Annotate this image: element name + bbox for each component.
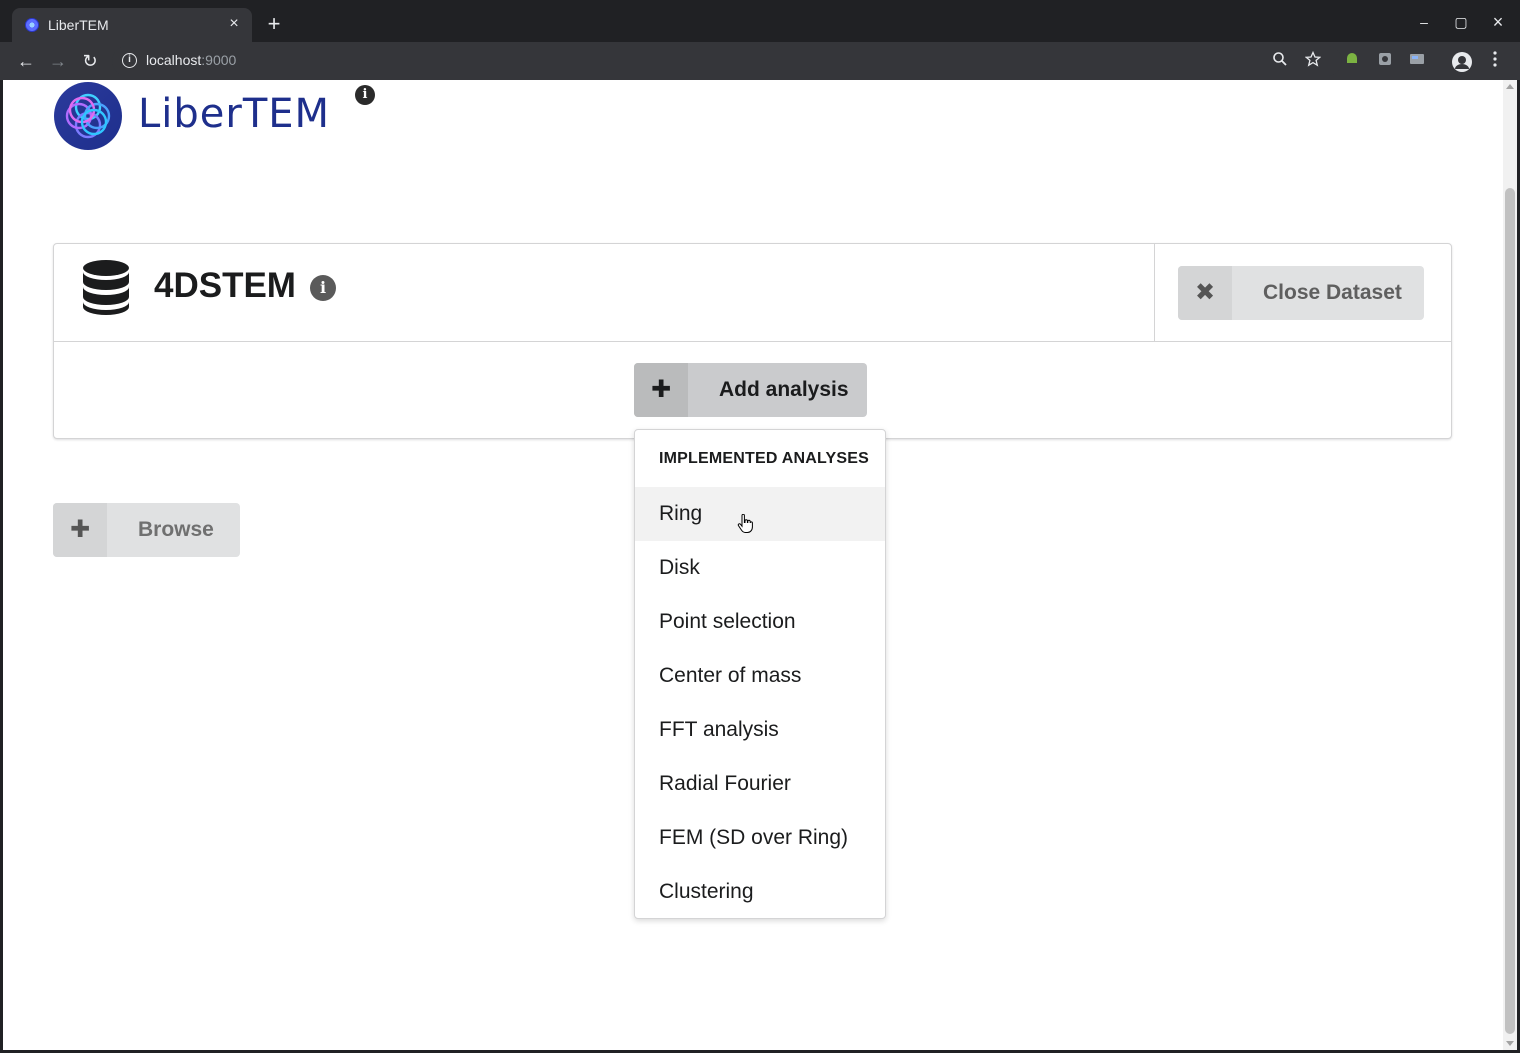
logo-text: LiberTEM	[138, 91, 331, 137]
menu-item-ring[interactable]: Ring	[635, 487, 885, 541]
extension-icon[interactable]	[1375, 51, 1395, 71]
menu-item-radial-fourier[interactable]: Radial Fourier	[635, 757, 885, 811]
minimize-icon[interactable]: –	[1412, 10, 1436, 34]
close-dataset-label: Close Dataset	[1263, 281, 1402, 304]
page-scrollbar[interactable]	[1503, 80, 1517, 1050]
add-analysis-button[interactable]: ✚ Add analysis	[634, 363, 867, 417]
browser-toolbar: ← → ↻ i localhost:9000	[0, 42, 1520, 80]
page-viewport: LiberTEM i 4DSTEM i ✖ Close Dataset ✚ Ad…	[3, 80, 1503, 1050]
browse-button[interactable]: ✚ Browse	[53, 503, 240, 557]
plus-icon: ✚	[634, 363, 688, 417]
close-dataset-button[interactable]: ✖ Close Dataset	[1178, 266, 1424, 320]
menu-item-center-of-mass[interactable]: Center of mass	[635, 649, 885, 703]
analysis-dropdown-menu: IMPLEMENTED ANALYSES Ring Disk Point sel…	[634, 429, 886, 919]
dataset-panel: 4DSTEM i ✖ Close Dataset ✚ Add analysis	[53, 243, 1452, 439]
android-extension-icon[interactable]	[1342, 51, 1362, 71]
dataset-info-icon[interactable]: i	[310, 275, 336, 301]
menu-item-fft-analysis[interactable]: FFT analysis	[635, 703, 885, 757]
add-analysis-label: Add analysis	[719, 378, 849, 401]
menu-item-fem[interactable]: FEM (SD over Ring)	[635, 811, 885, 865]
bookmark-star-icon[interactable]	[1303, 50, 1323, 71]
forward-icon[interactable]: →	[46, 49, 70, 73]
menu-item-clustering[interactable]: Clustering	[635, 865, 885, 919]
menu-item-disk[interactable]: Disk	[635, 541, 885, 595]
browse-label: Browse	[138, 518, 214, 541]
favicon-icon	[25, 18, 39, 32]
logo-icon	[54, 82, 122, 150]
hand-cursor-icon	[737, 514, 753, 533]
menu-item-point-selection[interactable]: Point selection	[635, 595, 885, 649]
database-icon	[83, 260, 129, 315]
libertem-logo: LiberTEM	[53, 81, 353, 151]
dataset-header: 4DSTEM i	[54, 244, 1155, 342]
dataset-title: 4DSTEM	[154, 266, 296, 305]
zoom-icon[interactable]	[1270, 51, 1290, 71]
close-icon: ✖	[1178, 266, 1232, 320]
tab-close-icon[interactable]: ×	[224, 14, 244, 34]
profile-avatar-icon[interactable]	[1451, 51, 1472, 72]
new-tab-button[interactable]: +	[262, 13, 286, 37]
about-info-icon[interactable]: i	[355, 85, 375, 105]
menu-kebab-icon[interactable]	[1485, 51, 1505, 71]
address-bar[interactable]: i localhost:9000	[112, 46, 1342, 76]
scroll-down-arrow-icon[interactable]	[1506, 1041, 1514, 1046]
window-close-icon[interactable]: ×	[1486, 10, 1510, 34]
scrollbar-thumb[interactable]	[1505, 188, 1515, 1034]
tab-title: LiberTEM	[48, 17, 109, 33]
plus-icon: ✚	[53, 503, 107, 557]
url-text[interactable]: localhost:9000	[146, 52, 236, 68]
scroll-up-arrow-icon[interactable]	[1506, 84, 1514, 89]
back-icon[interactable]: ←	[14, 49, 38, 73]
browser-tab-bar: LiberTEM × + – ▢ ×	[0, 0, 1520, 42]
site-info-icon[interactable]: i	[122, 53, 137, 68]
cast-icon[interactable]	[1407, 51, 1427, 71]
maximize-icon[interactable]: ▢	[1449, 10, 1473, 34]
browser-tab[interactable]: LiberTEM ×	[12, 8, 252, 42]
dropdown-header: IMPLEMENTED ANALYSES	[659, 450, 869, 467]
reload-icon[interactable]: ↻	[78, 49, 102, 73]
